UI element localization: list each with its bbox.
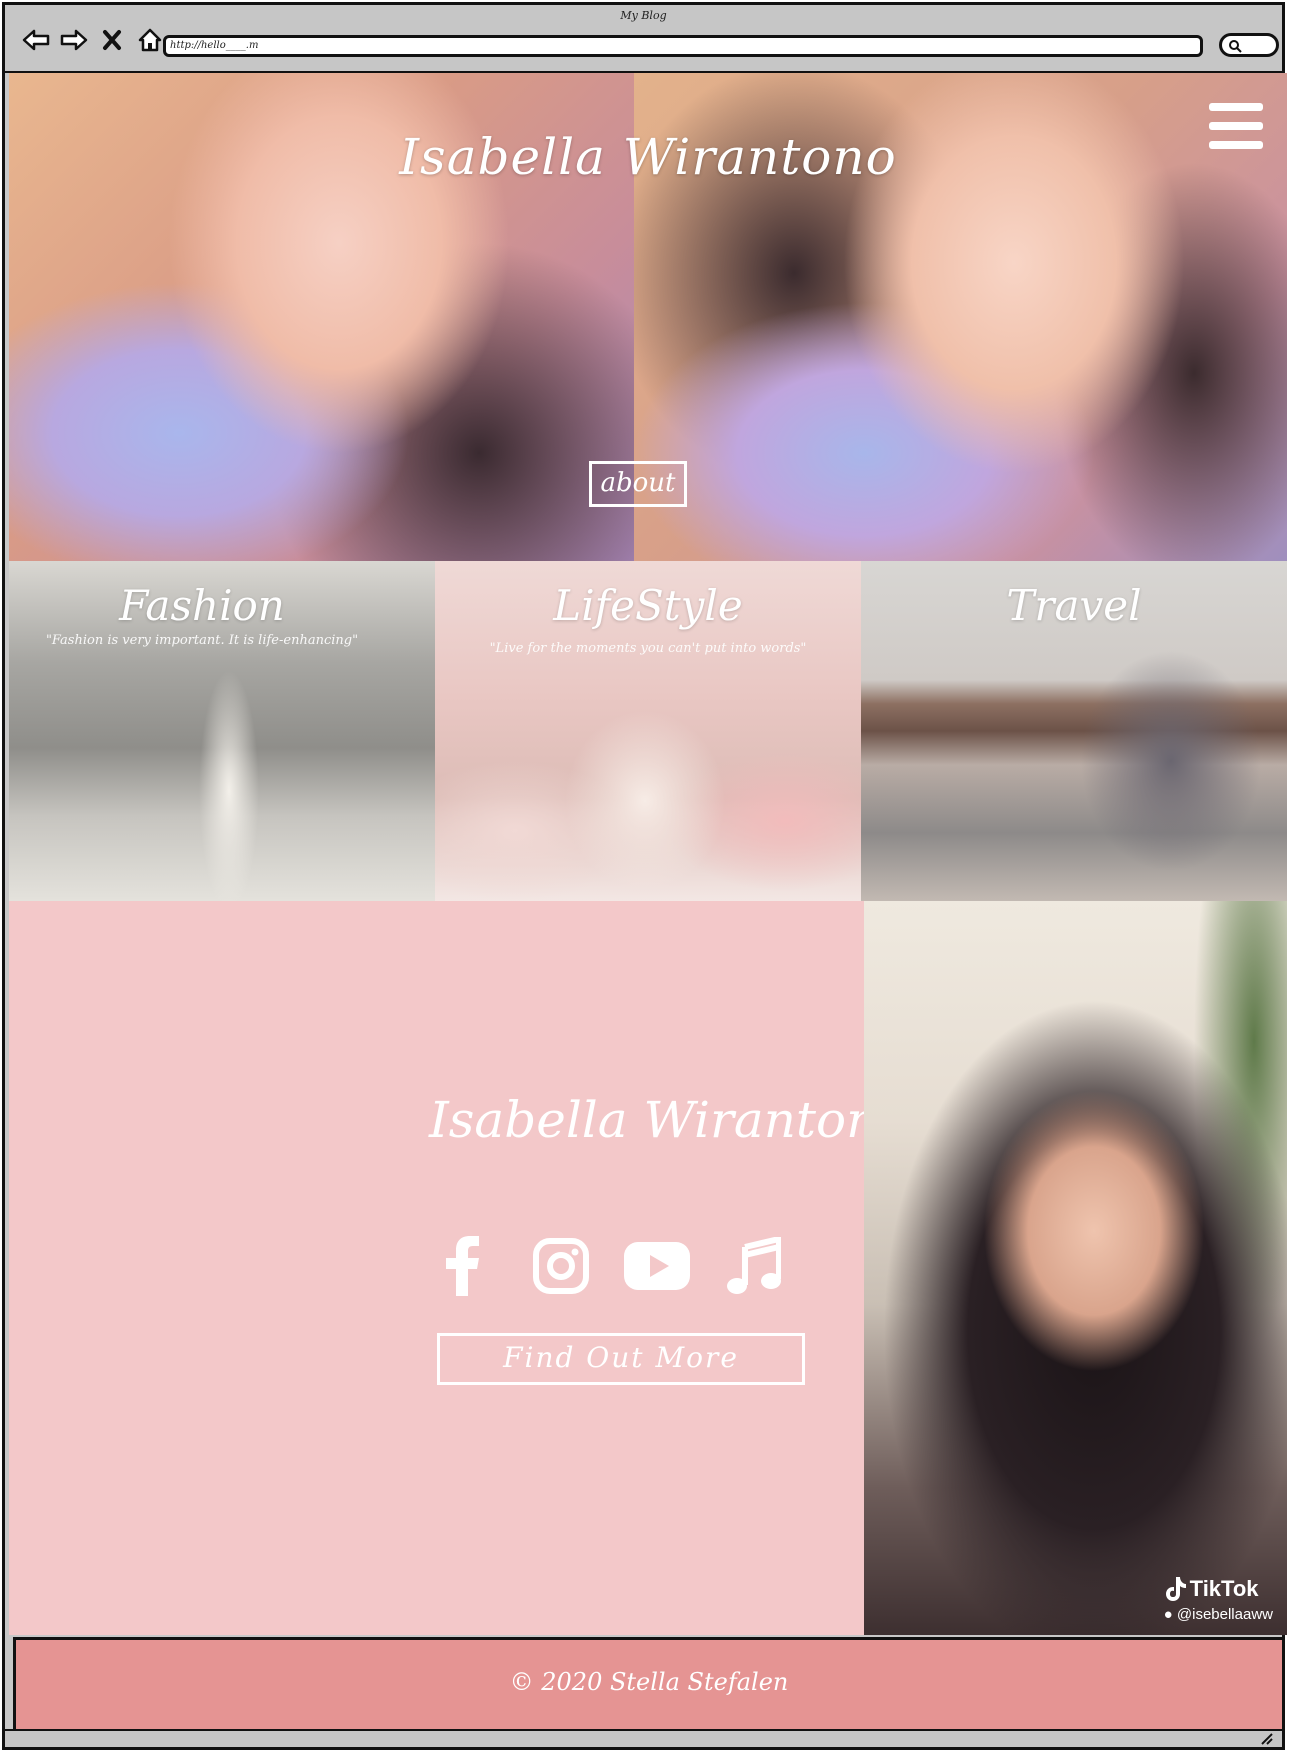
browser-chrome: My Blog http://hello____.m [5,5,1282,73]
browser-status-bar [5,1729,1282,1747]
window-title: My Blog [620,9,667,22]
category-title: LifeStyle [553,581,743,630]
browser-search-box[interactable] [1219,33,1279,57]
about-button[interactable]: about [589,461,687,507]
music-note-icon[interactable] [719,1231,789,1301]
category-grid: Fashion "Fashion is very important. It i… [9,561,1287,901]
youtube-icon[interactable] [622,1231,692,1301]
facebook-icon[interactable] [429,1231,499,1301]
forward-icon[interactable] [59,25,89,55]
category-card-travel[interactable]: Travel [861,561,1287,901]
category-title: Fashion [119,581,285,630]
instagram-icon[interactable] [526,1231,596,1301]
hero-banner: Isabella Wirantono about [9,73,1287,561]
resize-grip-icon[interactable] [1260,1733,1274,1745]
user-icon: ● [1163,1606,1173,1623]
home-icon[interactable] [135,25,165,55]
profile-name: Isabella Wirantono [429,1091,909,1149]
hamburger-menu-icon[interactable] [1209,103,1263,149]
browser-nav [21,25,165,55]
category-card-lifestyle[interactable]: LifeStyle "Live for the moments you can'… [435,561,861,901]
tiktok-icon [1165,1577,1186,1601]
close-icon[interactable] [97,25,127,55]
category-card-fashion[interactable]: Fashion "Fashion is very important. It i… [9,561,435,901]
browser-window: My Blog http://hello____.m Isabella Wira… [2,2,1287,1750]
search-icon [1229,40,1242,53]
tiktok-watermark: TikTok ● @isebellaaww [1164,1576,1273,1623]
find-out-more-button[interactable]: Find Out More [437,1333,805,1385]
address-bar[interactable]: http://hello____.m [163,35,1203,57]
category-quote: "Fashion is very important. It is life-e… [45,633,359,648]
hero-title: Isabella Wirantono [399,128,897,186]
portrait-photo: TikTok ● @isebellaaww [864,901,1287,1635]
back-icon[interactable] [21,25,51,55]
site-footer: © 2020 Stella Stefalen [13,1637,1285,1733]
category-quote: "Live for the moments you can't put into… [489,641,807,656]
category-title: Travel [1006,581,1142,630]
copyright-text: © 2020 Stella Stefalen [509,1668,789,1696]
profile-section: Isabella Wirantono Find Out More [9,901,909,1635]
tiktok-brand: TikTok [1189,1576,1259,1601]
social-links [429,1231,789,1301]
tiktok-handle: @isebellaaww [1176,1606,1273,1623]
